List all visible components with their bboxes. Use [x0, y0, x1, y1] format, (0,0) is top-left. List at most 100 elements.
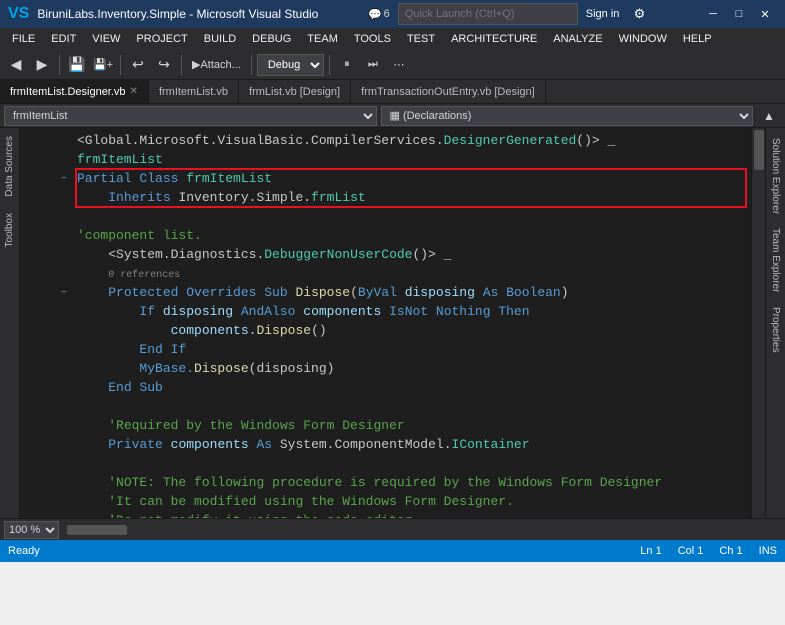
- class-dropdown[interactable]: frmItemList: [4, 106, 377, 126]
- gutter-icon[interactable]: −: [55, 170, 73, 189]
- tab-frmitemlist-designer[interactable]: frmItemList.Designer.vb ✕: [0, 80, 149, 103]
- line-number: [20, 208, 55, 227]
- tab-label: frmTransactionOutEntry.vb [Design]: [361, 86, 535, 98]
- notification-area[interactable]: 💬 6: [368, 8, 390, 21]
- code-line: 0 references: [20, 265, 751, 284]
- menu-view[interactable]: VIEW: [84, 28, 128, 50]
- menu-project[interactable]: PROJECT: [128, 28, 195, 50]
- sign-in-link[interactable]: Sign in: [586, 8, 620, 20]
- tab-close-icon[interactable]: ✕: [130, 86, 138, 97]
- gutter-icon[interactable]: [55, 436, 73, 455]
- code-line: MyBase.Dispose(disposing): [20, 360, 751, 379]
- horizontal-scrollbar[interactable]: [63, 523, 777, 537]
- redo-btn[interactable]: ↪: [152, 53, 176, 77]
- gutter-icon[interactable]: [55, 455, 73, 474]
- gutter-icon[interactable]: −: [55, 284, 73, 303]
- line-number: [20, 322, 55, 341]
- gutter-icon[interactable]: [55, 398, 73, 417]
- menu-build[interactable]: BUILD: [196, 28, 244, 50]
- menu-window[interactable]: WINDOW: [611, 28, 675, 50]
- zoom-selector[interactable]: 100 %: [4, 521, 59, 539]
- data-sources-panel[interactable]: Data Sources: [2, 128, 17, 205]
- gutter-icon[interactable]: [55, 417, 73, 436]
- scroll-top-btn[interactable]: ▲: [757, 104, 781, 128]
- gutter-icon[interactable]: [55, 132, 73, 151]
- tab-bar: frmItemList.Designer.vb ✕ frmItemList.vb…: [0, 80, 785, 104]
- gutter-icon[interactable]: [55, 322, 73, 341]
- title-bar: VS BiruniLabs.Inventory.Simple - Microso…: [0, 0, 785, 28]
- code-line: 'It can be modified using the Windows Fo…: [20, 493, 751, 512]
- menu-analyze[interactable]: ANALYZE: [545, 28, 610, 50]
- save-all-btn[interactable]: 💾+: [91, 53, 115, 77]
- sep3: [181, 55, 182, 75]
- gutter-icon[interactable]: [55, 341, 73, 360]
- undo-btn[interactable]: ↩: [126, 53, 150, 77]
- settings-icon[interactable]: ⚙: [627, 4, 651, 24]
- vertical-scrollbar[interactable]: [751, 128, 765, 518]
- quick-launch-input[interactable]: [398, 3, 578, 25]
- gutter-icon[interactable]: [55, 227, 73, 246]
- gutter-icon[interactable]: [55, 246, 73, 265]
- menu-test[interactable]: TEST: [399, 28, 443, 50]
- menu-help[interactable]: HELP: [675, 28, 720, 50]
- sep4: [251, 55, 252, 75]
- step-btn[interactable]: ⏭: [361, 53, 385, 77]
- nav-fwd-btn[interactable]: ▶: [30, 53, 54, 77]
- code-editor[interactable]: <Global.Microsoft.VisualBasic.CompilerSe…: [20, 128, 751, 518]
- gutter-icon[interactable]: [55, 474, 73, 493]
- gutter-icon[interactable]: [55, 189, 73, 208]
- gutter-icon[interactable]: [55, 360, 73, 379]
- gutter-icon[interactable]: [55, 493, 73, 512]
- gutter-icon[interactable]: [55, 151, 73, 170]
- member-dropdown[interactable]: ▦ (Declarations): [381, 106, 754, 126]
- menu-file[interactable]: FILE: [4, 28, 43, 50]
- code-text: 'NOTE: The following procedure is requir…: [73, 474, 751, 493]
- toolbox-panel[interactable]: Toolbox: [2, 205, 17, 255]
- tab-frmlist-design[interactable]: frmList.vb [Design]: [239, 80, 351, 103]
- line-number: [20, 360, 55, 379]
- nav-back-btn[interactable]: ◀: [4, 53, 28, 77]
- menu-architecture[interactable]: ARCHITECTURE: [443, 28, 545, 50]
- menu-debug[interactable]: DEBUG: [244, 28, 299, 50]
- gutter-icon[interactable]: [55, 265, 73, 284]
- scrollbar-thumb[interactable]: [754, 130, 764, 170]
- more-btn[interactable]: ⋯: [387, 53, 411, 77]
- gutter-icon[interactable]: [55, 512, 73, 518]
- restore-button[interactable]: □: [727, 4, 751, 24]
- left-sidebar: Data Sources Toolbox: [0, 128, 20, 518]
- minimize-button[interactable]: ─: [701, 4, 725, 24]
- tab-label: frmItemList.vb: [159, 86, 228, 98]
- breakpoints-btn[interactable]: ⏸: [335, 53, 359, 77]
- line-number: [20, 512, 55, 518]
- status-col: Col 1: [678, 545, 704, 557]
- sep5: [329, 55, 330, 75]
- gutter-icon[interactable]: [55, 379, 73, 398]
- tab-frmitemlist[interactable]: frmItemList.vb: [149, 80, 239, 103]
- tab-frmtransaction-design[interactable]: frmTransactionOutEntry.vb [Design]: [351, 80, 546, 103]
- properties-panel[interactable]: Properties: [768, 301, 783, 359]
- code-line: 'Do not modify it using the code editor.: [20, 512, 751, 518]
- line-number: [20, 265, 55, 284]
- menu-team[interactable]: TEAM: [299, 28, 346, 50]
- line-number: [20, 379, 55, 398]
- solution-explorer-panel[interactable]: Solution Explorer: [768, 132, 783, 220]
- code-line: frmItemList: [20, 151, 751, 170]
- code-line: If disposing AndAlso components IsNot No…: [20, 303, 751, 322]
- debug-dropdown[interactable]: Debug: [257, 54, 324, 76]
- close-button[interactable]: ✕: [753, 4, 777, 24]
- gutter-icon[interactable]: [55, 303, 73, 322]
- gutter-icon[interactable]: [55, 208, 73, 227]
- code-text: End If: [73, 341, 751, 360]
- code-text: <System.Diagnostics.DebuggerNonUserCode(…: [73, 246, 751, 265]
- save-btn[interactable]: 💾: [65, 53, 89, 77]
- declaration-bar: frmItemList ▦ (Declarations) ▲: [0, 104, 785, 128]
- tab-label: frmItemList.Designer.vb: [10, 86, 126, 98]
- menu-edit[interactable]: EDIT: [43, 28, 84, 50]
- h-scrollbar-thumb[interactable]: [67, 525, 127, 535]
- menu-tools[interactable]: TOOLS: [346, 28, 399, 50]
- team-explorer-panel[interactable]: Team Explorer: [768, 222, 783, 298]
- code-line: 'component list.: [20, 227, 751, 246]
- code-text: 'Do not modify it using the code editor.: [73, 512, 751, 518]
- code-text: components.Dispose(): [73, 322, 751, 341]
- attach-btn[interactable]: ▶ Attach...: [187, 53, 246, 77]
